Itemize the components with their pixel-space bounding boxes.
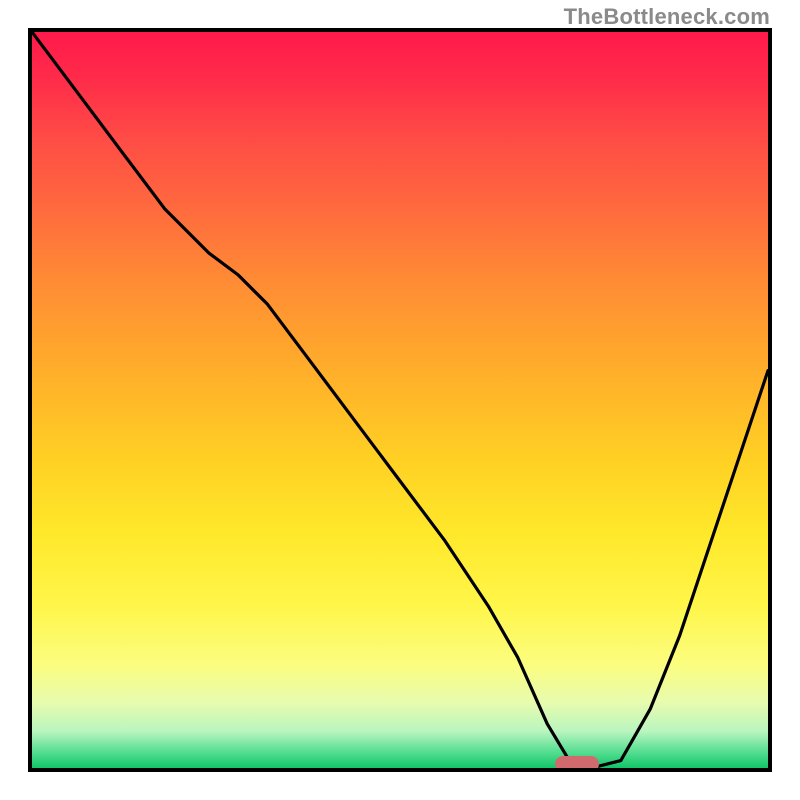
plot-area: [28, 28, 772, 772]
chart-container: TheBottleneck.com: [0, 0, 800, 800]
bottleneck-curve: [32, 32, 768, 768]
optimal-marker: [555, 756, 599, 772]
curve-path: [32, 32, 768, 768]
watermark-text: TheBottleneck.com: [564, 4, 770, 30]
